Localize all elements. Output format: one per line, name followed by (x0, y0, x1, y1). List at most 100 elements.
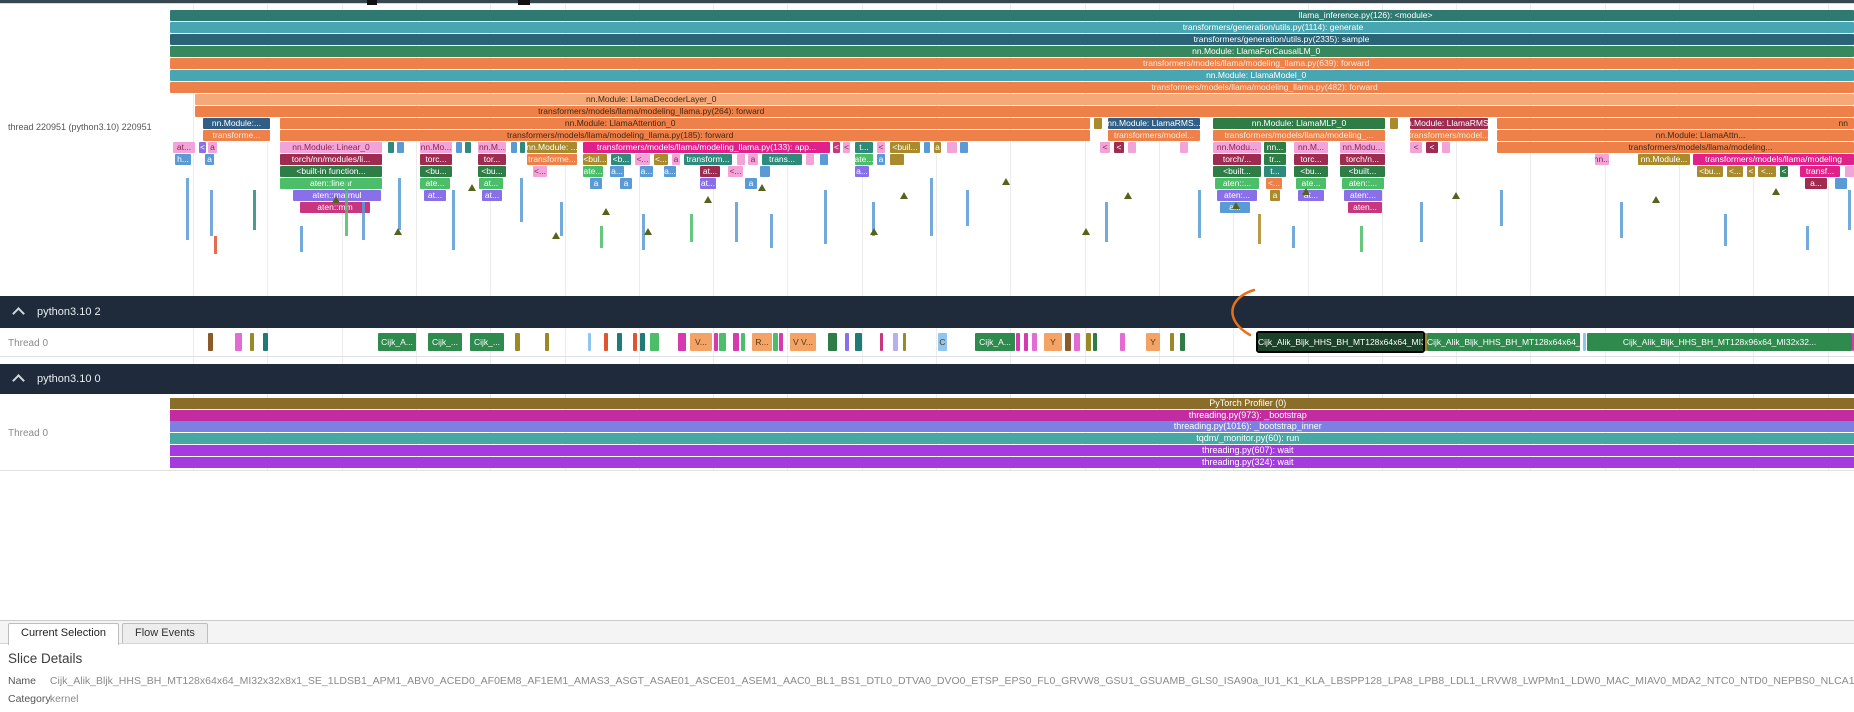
kernel-slice[interactable] (1024, 333, 1028, 351)
flame-span[interactable]: <... (1266, 178, 1282, 189)
flame-span[interactable]: transforme... (527, 154, 577, 165)
flame-span[interactable]: nn.Module... (1638, 154, 1690, 165)
flame-span[interactable]: ate... (420, 178, 450, 189)
flame-span[interactable]: transformers/models/llama/modeling... (1497, 142, 1854, 153)
flame-span[interactable]: nn... (1264, 142, 1286, 153)
flame-span[interactable]: a... (1805, 178, 1827, 189)
kernel-slice[interactable] (678, 333, 686, 351)
flame-span[interactable]: torch/nn/modules/li... (280, 154, 382, 165)
flame-span[interactable]: nn... (1595, 154, 1609, 165)
python-slice[interactable]: threading.py(1016): _bootstrap_inner (170, 421, 1854, 432)
kernel-slice[interactable] (1120, 333, 1125, 351)
flame-span[interactable]: tr... (1264, 154, 1286, 165)
flame-span[interactable]: <... (533, 166, 547, 177)
kernel-slice-selected[interactable]: Cijk_Alik_Bljk_HHS_BH_MT128x64x64_MI32x.… (1258, 333, 1423, 351)
python-slice[interactable]: threading.py(607): wait (170, 445, 1854, 456)
flame-span[interactable]: a (620, 178, 632, 189)
kernel-slice[interactable]: Y (1044, 333, 1062, 351)
flame-span[interactable]: transformers/models/llama/modeling_llama… (280, 130, 1090, 141)
kernel-slice[interactable] (733, 333, 739, 351)
kernel-slice[interactable]: Y (1146, 333, 1160, 351)
kernel-slice[interactable] (633, 333, 637, 351)
flame-span[interactable]: transformers/model... (1410, 130, 1488, 141)
flame-span[interactable] (760, 166, 770, 177)
kernel-slice[interactable]: Cijk_... (428, 333, 462, 351)
flame-span[interactable] (456, 142, 462, 153)
flame-span[interactable]: a... (610, 166, 624, 177)
flame-span[interactable] (511, 142, 517, 153)
flame-span[interactable]: aten::... (1215, 178, 1259, 189)
flame-span[interactable]: torch/n... (1340, 154, 1385, 165)
flame-span[interactable]: a (877, 154, 885, 165)
flame-span[interactable]: nn.Modu... (1213, 142, 1261, 153)
flame-span[interactable]: < (1114, 142, 1124, 153)
kernel-slice[interactable] (893, 333, 898, 351)
kernel-slice[interactable]: V... (690, 333, 712, 351)
flame-span[interactable]: <... (1727, 166, 1743, 177)
flame-span[interactable]: a (672, 154, 680, 165)
flame-span[interactable]: nn.Module: LlamaMLP_0 (1213, 118, 1385, 129)
flame-span[interactable]: nn.Module: Linear_0 (280, 142, 382, 153)
flame-span[interactable]: at... (424, 190, 446, 201)
flame-span[interactable]: a (205, 154, 214, 165)
kernel-slice[interactable] (263, 333, 268, 351)
flame-span[interactable]: nn (1497, 118, 1854, 129)
kernel-slice[interactable]: R... (752, 333, 772, 351)
flame-span[interactable]: nn.M... (478, 142, 506, 153)
flame-span[interactable] (1390, 118, 1398, 129)
kernel-slice[interactable]: Cijk_Alik_Bljk_HHS_BH_MT128x64x64_MI32..… (1427, 333, 1580, 351)
flame-span[interactable]: tor... (478, 154, 506, 165)
flame-span[interactable]: torch/... (1213, 154, 1261, 165)
flame-span[interactable]: nn.Module: LlamaForCausalLM_0 (170, 46, 1854, 57)
kernel-slice[interactable] (855, 333, 862, 351)
kernel-slice[interactable] (773, 333, 778, 351)
flame-span[interactable]: <bu... (478, 166, 506, 177)
flame-span[interactable] (820, 154, 828, 165)
kernel-slice[interactable] (588, 333, 591, 351)
python-slice[interactable]: PyTorch Profiler (0) (170, 398, 1854, 409)
flame-span[interactable]: nn.Module: LlamaDecoderLayer_0 (195, 94, 1854, 105)
flame-span[interactable]: t... (855, 142, 873, 153)
flame-span[interactable]: <built-in function... (280, 166, 382, 177)
flame-span[interactable]: ate... (583, 166, 603, 177)
flame-span[interactable]: aten::mm (300, 202, 370, 213)
flame-span[interactable]: aten::... (1342, 178, 1384, 189)
kernel-slice[interactable] (1032, 333, 1037, 351)
kernel-slice[interactable] (235, 333, 242, 351)
flame-span[interactable] (520, 142, 525, 153)
flame-span[interactable]: transforme... (203, 130, 270, 141)
tab-current-selection[interactable]: Current Selection (8, 623, 119, 645)
flame-span[interactable]: aten::linear (280, 178, 382, 189)
flame-span[interactable]: < (843, 142, 850, 153)
flame-span[interactable]: a (590, 178, 602, 189)
kernel-slice[interactable] (515, 333, 520, 351)
flame-span[interactable] (890, 154, 904, 165)
flame-span[interactable]: < (1100, 142, 1110, 153)
flame-span[interactable]: a (1270, 190, 1280, 201)
flame-graph-track[interactable]: llama_inference.py(126): <module>transfo… (0, 0, 1854, 298)
flame-span[interactable]: a (745, 178, 757, 189)
flame-span[interactable]: nn.Module: LlamaRMS... (1108, 118, 1200, 129)
kernel-slice[interactable] (545, 333, 549, 351)
flame-span[interactable] (465, 142, 471, 153)
flame-span[interactable]: <built... (1213, 166, 1261, 177)
kernel-slice[interactable] (617, 333, 622, 351)
flame-span[interactable]: nn.Module:... (203, 118, 270, 129)
flame-span[interactable]: transformers/generation/utils.py(1114): … (170, 22, 1854, 33)
flame-span[interactable]: t... (1264, 166, 1286, 177)
kernel-track[interactable]: Cijk_A...Cijk_...Cijk_...V...R...V V...C… (0, 328, 1854, 356)
flame-span[interactable] (1835, 178, 1847, 189)
flame-span[interactable]: h... (175, 154, 191, 165)
flame-span[interactable] (1845, 166, 1854, 177)
flame-span[interactable]: aten... (1348, 202, 1382, 213)
flame-span[interactable] (388, 142, 394, 153)
flame-span[interactable]: <bul... (583, 154, 607, 165)
flame-span[interactable] (924, 142, 930, 153)
kernel-slice[interactable] (1065, 333, 1071, 351)
flame-span[interactable]: transformers/models/llama/modeling_... (1213, 130, 1385, 141)
flame-span[interactable] (737, 154, 745, 165)
kernel-slice[interactable] (903, 333, 906, 351)
flame-span[interactable]: < (1410, 142, 1422, 153)
flame-span[interactable]: <... (654, 154, 668, 165)
kernel-slice[interactable] (1583, 333, 1586, 351)
